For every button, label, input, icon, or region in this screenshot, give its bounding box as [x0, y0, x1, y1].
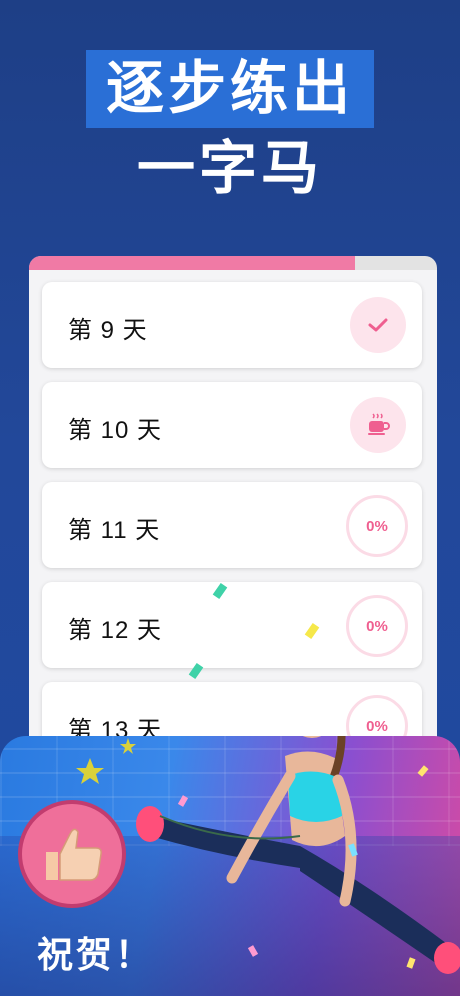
day-card-12[interactable]: 第 12 天 0% [42, 582, 422, 668]
day-label: 第 10 天 [68, 417, 163, 444]
progress-percent-ring: 0% [346, 495, 408, 557]
progress-percent-ring: 0% [346, 695, 408, 740]
headline-line-1: 逐步练出 [85, 50, 374, 128]
day-label: 第 11 天 [68, 517, 161, 544]
day-card-9[interactable]: 第 9 天 [42, 282, 422, 368]
day-card-11[interactable]: 第 11 天 0% [42, 482, 422, 568]
checkmark-icon [368, 318, 388, 332]
completed-status [350, 297, 406, 353]
coffee-cup-icon [368, 413, 390, 435]
thumbs-up-badge [18, 800, 126, 908]
day-card-10[interactable]: 第 10 天 [42, 382, 422, 468]
day-card-13[interactable]: 第 13 天 0% [42, 682, 422, 740]
rest-day-status [350, 397, 406, 453]
thumbs-up-icon [46, 828, 102, 881]
day-label: 第 12 天 [68, 617, 163, 644]
headline-line-2: 一字马 [136, 136, 323, 201]
congratulations-text: 祝贺！ [37, 934, 155, 975]
headline: 逐步练出 一字马 [0, 50, 460, 210]
day-label: 第 9 天 [68, 317, 148, 344]
progress-percent-ring: 0% [346, 595, 408, 657]
day-list: 第 9 天 第 10 天 第 11 天 0% 第 12 天 0% 第 13 天 … [29, 270, 437, 740]
